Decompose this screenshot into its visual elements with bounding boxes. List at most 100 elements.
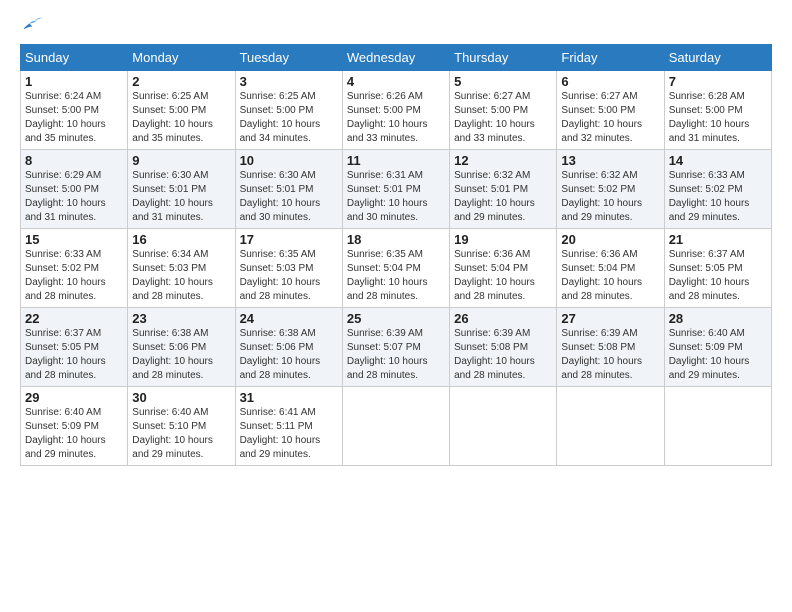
- calendar-cell: 26Sunrise: 6:39 AMSunset: 5:08 PMDayligh…: [450, 308, 557, 387]
- calendar-cell: 12Sunrise: 6:32 AMSunset: 5:01 PMDayligh…: [450, 150, 557, 229]
- day-number: 8: [25, 153, 123, 168]
- day-detail: Sunrise: 6:40 AMSunset: 5:10 PMDaylight:…: [132, 406, 230, 462]
- week-row-5: 29Sunrise: 6:40 AMSunset: 5:09 PMDayligh…: [21, 387, 772, 466]
- day-number: 11: [347, 153, 445, 168]
- column-header-friday: Friday: [557, 45, 664, 71]
- day-detail: Sunrise: 6:40 AMSunset: 5:09 PMDaylight:…: [669, 327, 767, 383]
- calendar-cell: 3Sunrise: 6:25 AMSunset: 5:00 PMDaylight…: [235, 71, 342, 150]
- day-number: 30: [132, 390, 230, 405]
- calendar-cell: 14Sunrise: 6:33 AMSunset: 5:02 PMDayligh…: [664, 150, 771, 229]
- week-row-1: 1Sunrise: 6:24 AMSunset: 5:00 PMDaylight…: [21, 71, 772, 150]
- calendar-cell: 9Sunrise: 6:30 AMSunset: 5:01 PMDaylight…: [128, 150, 235, 229]
- calendar-cell: [664, 387, 771, 466]
- day-number: 27: [561, 311, 659, 326]
- calendar-cell: 17Sunrise: 6:35 AMSunset: 5:03 PMDayligh…: [235, 229, 342, 308]
- day-detail: Sunrise: 6:37 AMSunset: 5:05 PMDaylight:…: [25, 327, 123, 383]
- day-detail: Sunrise: 6:32 AMSunset: 5:02 PMDaylight:…: [561, 169, 659, 225]
- day-detail: Sunrise: 6:35 AMSunset: 5:04 PMDaylight:…: [347, 248, 445, 304]
- day-number: 5: [454, 74, 552, 89]
- day-detail: Sunrise: 6:34 AMSunset: 5:03 PMDaylight:…: [132, 248, 230, 304]
- day-detail: Sunrise: 6:41 AMSunset: 5:11 PMDaylight:…: [240, 406, 338, 462]
- calendar-cell: 24Sunrise: 6:38 AMSunset: 5:06 PMDayligh…: [235, 308, 342, 387]
- logo-bird-icon: [22, 16, 44, 34]
- day-detail: Sunrise: 6:24 AMSunset: 5:00 PMDaylight:…: [25, 90, 123, 146]
- calendar-cell: 2Sunrise: 6:25 AMSunset: 5:00 PMDaylight…: [128, 71, 235, 150]
- calendar-cell: 23Sunrise: 6:38 AMSunset: 5:06 PMDayligh…: [128, 308, 235, 387]
- day-number: 18: [347, 232, 445, 247]
- logo: [20, 16, 44, 34]
- day-number: 14: [669, 153, 767, 168]
- calendar-cell: 28Sunrise: 6:40 AMSunset: 5:09 PMDayligh…: [664, 308, 771, 387]
- day-number: 17: [240, 232, 338, 247]
- day-number: 7: [669, 74, 767, 89]
- column-header-wednesday: Wednesday: [342, 45, 449, 71]
- day-detail: Sunrise: 6:33 AMSunset: 5:02 PMDaylight:…: [25, 248, 123, 304]
- day-detail: Sunrise: 6:40 AMSunset: 5:09 PMDaylight:…: [25, 406, 123, 462]
- day-number: 23: [132, 311, 230, 326]
- column-header-saturday: Saturday: [664, 45, 771, 71]
- calendar-cell: 31Sunrise: 6:41 AMSunset: 5:11 PMDayligh…: [235, 387, 342, 466]
- column-header-sunday: Sunday: [21, 45, 128, 71]
- day-number: 13: [561, 153, 659, 168]
- calendar-table: SundayMondayTuesdayWednesdayThursdayFrid…: [20, 44, 772, 466]
- day-number: 16: [132, 232, 230, 247]
- day-detail: Sunrise: 6:33 AMSunset: 5:02 PMDaylight:…: [669, 169, 767, 225]
- calendar-cell: 19Sunrise: 6:36 AMSunset: 5:04 PMDayligh…: [450, 229, 557, 308]
- day-detail: Sunrise: 6:31 AMSunset: 5:01 PMDaylight:…: [347, 169, 445, 225]
- day-number: 1: [25, 74, 123, 89]
- day-number: 21: [669, 232, 767, 247]
- calendar-cell: 13Sunrise: 6:32 AMSunset: 5:02 PMDayligh…: [557, 150, 664, 229]
- day-detail: Sunrise: 6:39 AMSunset: 5:08 PMDaylight:…: [561, 327, 659, 383]
- day-detail: Sunrise: 6:36 AMSunset: 5:04 PMDaylight:…: [561, 248, 659, 304]
- day-number: 22: [25, 311, 123, 326]
- day-number: 31: [240, 390, 338, 405]
- day-detail: Sunrise: 6:39 AMSunset: 5:07 PMDaylight:…: [347, 327, 445, 383]
- day-number: 19: [454, 232, 552, 247]
- calendar-cell: 1Sunrise: 6:24 AMSunset: 5:00 PMDaylight…: [21, 71, 128, 150]
- day-detail: Sunrise: 6:38 AMSunset: 5:06 PMDaylight:…: [132, 327, 230, 383]
- day-detail: Sunrise: 6:27 AMSunset: 5:00 PMDaylight:…: [561, 90, 659, 146]
- day-detail: Sunrise: 6:38 AMSunset: 5:06 PMDaylight:…: [240, 327, 338, 383]
- page: SundayMondayTuesdayWednesdayThursdayFrid…: [0, 0, 792, 476]
- calendar-cell: 5Sunrise: 6:27 AMSunset: 5:00 PMDaylight…: [450, 71, 557, 150]
- day-detail: Sunrise: 6:30 AMSunset: 5:01 PMDaylight:…: [240, 169, 338, 225]
- day-number: 2: [132, 74, 230, 89]
- day-number: 15: [25, 232, 123, 247]
- calendar-cell: 4Sunrise: 6:26 AMSunset: 5:00 PMDaylight…: [342, 71, 449, 150]
- day-detail: Sunrise: 6:39 AMSunset: 5:08 PMDaylight:…: [454, 327, 552, 383]
- day-number: 26: [454, 311, 552, 326]
- column-header-tuesday: Tuesday: [235, 45, 342, 71]
- calendar-cell: 8Sunrise: 6:29 AMSunset: 5:00 PMDaylight…: [21, 150, 128, 229]
- day-detail: Sunrise: 6:29 AMSunset: 5:00 PMDaylight:…: [25, 169, 123, 225]
- day-detail: Sunrise: 6:35 AMSunset: 5:03 PMDaylight:…: [240, 248, 338, 304]
- calendar-cell: 29Sunrise: 6:40 AMSunset: 5:09 PMDayligh…: [21, 387, 128, 466]
- day-detail: Sunrise: 6:26 AMSunset: 5:00 PMDaylight:…: [347, 90, 445, 146]
- day-number: 28: [669, 311, 767, 326]
- day-number: 25: [347, 311, 445, 326]
- day-detail: Sunrise: 6:30 AMSunset: 5:01 PMDaylight:…: [132, 169, 230, 225]
- calendar-cell: 25Sunrise: 6:39 AMSunset: 5:07 PMDayligh…: [342, 308, 449, 387]
- week-row-3: 15Sunrise: 6:33 AMSunset: 5:02 PMDayligh…: [21, 229, 772, 308]
- day-number: 20: [561, 232, 659, 247]
- calendar-header-row: SundayMondayTuesdayWednesdayThursdayFrid…: [21, 45, 772, 71]
- day-number: 6: [561, 74, 659, 89]
- calendar-cell: [342, 387, 449, 466]
- calendar-cell: 10Sunrise: 6:30 AMSunset: 5:01 PMDayligh…: [235, 150, 342, 229]
- calendar-body: 1Sunrise: 6:24 AMSunset: 5:00 PMDaylight…: [21, 71, 772, 466]
- header: [20, 16, 772, 34]
- calendar-cell: 30Sunrise: 6:40 AMSunset: 5:10 PMDayligh…: [128, 387, 235, 466]
- day-number: 29: [25, 390, 123, 405]
- logo-text: [20, 16, 44, 34]
- day-number: 10: [240, 153, 338, 168]
- day-number: 12: [454, 153, 552, 168]
- day-detail: Sunrise: 6:32 AMSunset: 5:01 PMDaylight:…: [454, 169, 552, 225]
- calendar-cell: [557, 387, 664, 466]
- calendar-cell: 16Sunrise: 6:34 AMSunset: 5:03 PMDayligh…: [128, 229, 235, 308]
- day-detail: Sunrise: 6:25 AMSunset: 5:00 PMDaylight:…: [240, 90, 338, 146]
- day-detail: Sunrise: 6:37 AMSunset: 5:05 PMDaylight:…: [669, 248, 767, 304]
- week-row-4: 22Sunrise: 6:37 AMSunset: 5:05 PMDayligh…: [21, 308, 772, 387]
- week-row-2: 8Sunrise: 6:29 AMSunset: 5:00 PMDaylight…: [21, 150, 772, 229]
- calendar-cell: 11Sunrise: 6:31 AMSunset: 5:01 PMDayligh…: [342, 150, 449, 229]
- day-detail: Sunrise: 6:36 AMSunset: 5:04 PMDaylight:…: [454, 248, 552, 304]
- day-number: 3: [240, 74, 338, 89]
